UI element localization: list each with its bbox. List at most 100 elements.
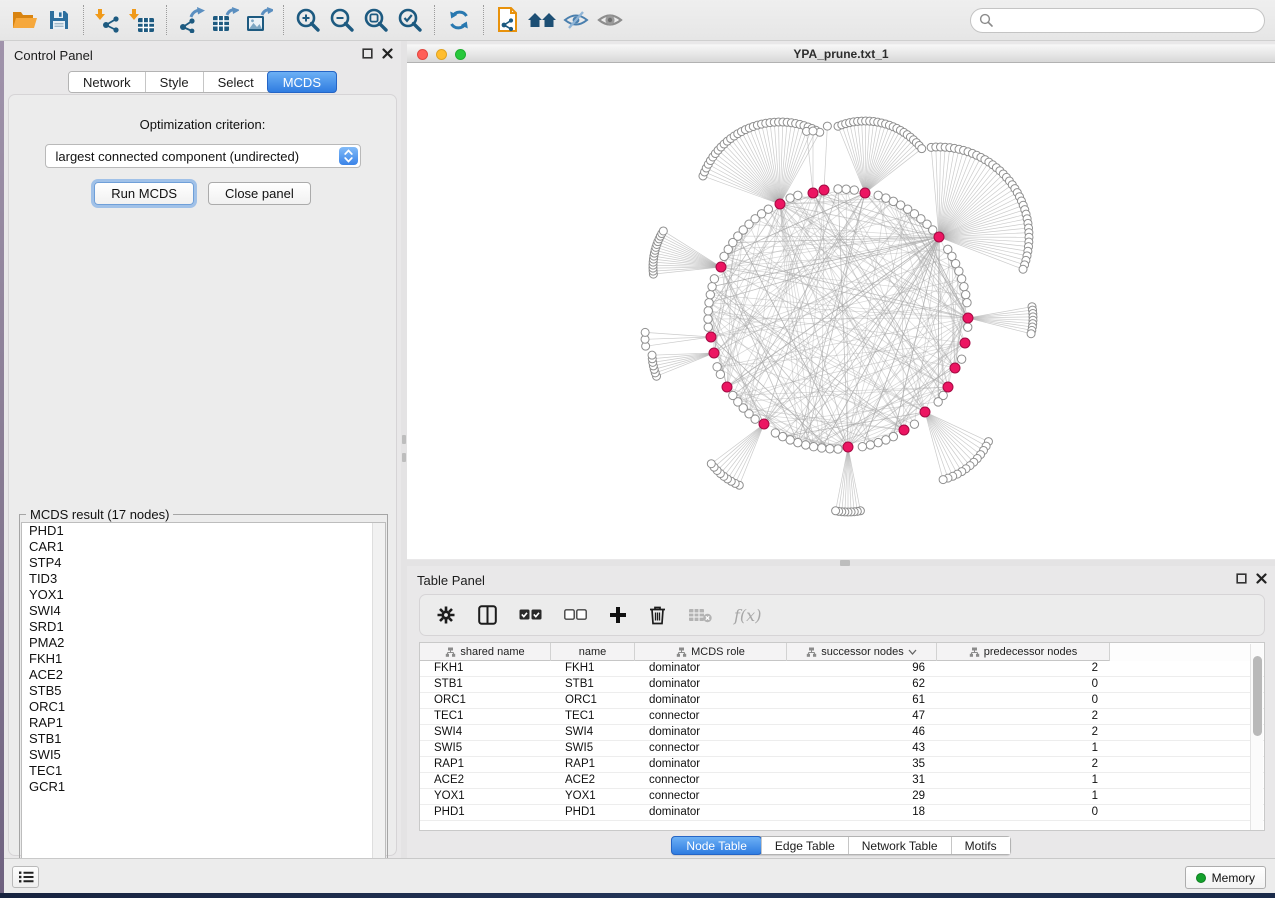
zoom-out-button[interactable] xyxy=(325,3,359,37)
window-maximize-button[interactable] xyxy=(455,49,466,60)
graph-node[interactable] xyxy=(910,420,918,428)
graph-hub-node[interactable] xyxy=(759,419,769,429)
graph-node[interactable] xyxy=(794,438,802,446)
mcds-node-item[interactable]: SWI5 xyxy=(22,747,385,763)
zoom-fit-button[interactable] xyxy=(359,3,393,37)
tab-select[interactable]: Select xyxy=(203,72,268,92)
cell-name[interactable]: ACE2 xyxy=(551,773,635,788)
graph-hub-node[interactable] xyxy=(808,188,818,198)
graph-node[interactable] xyxy=(801,441,809,449)
cell-shared-name[interactable]: YOX1 xyxy=(420,789,551,804)
cell-successor-nodes[interactable]: 18 xyxy=(787,805,937,820)
cell-predecessor-nodes[interactable]: 0 xyxy=(937,805,1110,820)
cell-name[interactable]: PHD1 xyxy=(551,805,635,820)
mcds-node-item[interactable]: RAP1 xyxy=(22,715,385,731)
graph-hub-node[interactable] xyxy=(943,382,953,392)
cell-MCDS-role[interactable]: connector xyxy=(635,709,787,724)
mcds-node-item[interactable]: CAR1 xyxy=(22,539,385,555)
cell-predecessor-nodes[interactable]: 1 xyxy=(937,789,1110,804)
cell-predecessor-nodes[interactable]: 2 xyxy=(937,757,1110,772)
column-header-successor-nodes[interactable]: successor nodes xyxy=(787,643,937,661)
graph-node[interactable] xyxy=(771,429,779,437)
graph-node[interactable] xyxy=(704,307,712,315)
graph-hub-node[interactable] xyxy=(934,232,944,242)
column-settings-button[interactable] xyxy=(436,605,456,625)
network-window-titlebar[interactable]: YPA_prune.txt_1 xyxy=(407,44,1275,63)
mcds-node-item[interactable]: PHD1 xyxy=(22,523,385,539)
graph-hub-node[interactable] xyxy=(709,348,719,358)
cell-name[interactable]: RAP1 xyxy=(551,757,635,772)
graph-leaf-node[interactable] xyxy=(809,127,817,135)
graph-leaf-node[interactable] xyxy=(707,460,715,468)
graph-leaf-node[interactable] xyxy=(1027,330,1035,338)
graph-node[interactable] xyxy=(809,442,817,450)
search-input[interactable] xyxy=(970,8,1265,33)
unselect-all-button[interactable] xyxy=(564,609,587,621)
cell-successor-nodes[interactable]: 96 xyxy=(787,661,937,676)
graph-node[interactable] xyxy=(704,315,712,323)
mcds-node-item[interactable]: SWI4 xyxy=(22,603,385,619)
graph-hub-node[interactable] xyxy=(950,363,960,373)
tab-mcds[interactable]: MCDS xyxy=(267,71,337,93)
run-mcds-button[interactable]: Run MCDS xyxy=(94,182,194,205)
criterion-dropdown[interactable]: largest connected component (undirected) xyxy=(45,144,361,168)
show-graphics-details-button[interactable] xyxy=(593,3,627,37)
close-panel-icon[interactable] xyxy=(1256,573,1267,584)
memory-button[interactable]: Memory xyxy=(1185,866,1266,889)
graph-node[interactable] xyxy=(961,290,969,298)
import-network-button[interactable] xyxy=(91,3,125,37)
graph-hub-node[interactable] xyxy=(722,382,732,392)
mcds-node-item[interactable]: FKH1 xyxy=(22,651,385,667)
window-close-button[interactable] xyxy=(417,49,428,60)
cell-predecessor-nodes[interactable]: 1 xyxy=(937,741,1110,756)
show-column-button[interactable] xyxy=(478,605,497,625)
cell-name[interactable]: STB1 xyxy=(551,677,635,692)
tab-motifs[interactable]: Motifs xyxy=(951,837,1010,854)
export-image-button[interactable] xyxy=(242,3,276,37)
cell-MCDS-role[interactable]: connector xyxy=(635,789,787,804)
column-header-predecessor-nodes[interactable]: predecessor nodes xyxy=(937,643,1110,661)
tab-network-table[interactable]: Network Table xyxy=(848,837,951,854)
graph-node[interactable] xyxy=(850,186,858,194)
graph-node[interactable] xyxy=(842,185,850,193)
mcds-node-item[interactable]: STB5 xyxy=(22,683,385,699)
mcds-node-item[interactable]: TID3 xyxy=(22,571,385,587)
cell-predecessor-nodes[interactable]: 2 xyxy=(937,725,1110,740)
graph-hub-node[interactable] xyxy=(899,425,909,435)
cell-shared-name[interactable]: RAP1 xyxy=(420,757,551,772)
graph-node[interactable] xyxy=(713,363,721,371)
cell-successor-nodes[interactable]: 35 xyxy=(787,757,937,772)
split-handle[interactable] xyxy=(402,453,406,462)
cell-successor-nodes[interactable]: 61 xyxy=(787,693,937,708)
import-table-button[interactable] xyxy=(125,3,159,37)
graph-hub-node[interactable] xyxy=(775,199,785,209)
graph-node[interactable] xyxy=(874,438,882,446)
tab-style[interactable]: Style xyxy=(145,72,203,92)
graph-node[interactable] xyxy=(963,299,971,307)
column-header-name[interactable]: name xyxy=(551,643,635,661)
graph-node[interactable] xyxy=(957,275,965,283)
mcds-node-item[interactable]: ACE2 xyxy=(22,667,385,683)
cell-MCDS-role[interactable]: dominator xyxy=(635,757,787,772)
graph-node[interactable] xyxy=(960,282,968,290)
graph-leaf-node[interactable] xyxy=(823,122,831,130)
cell-successor-nodes[interactable]: 43 xyxy=(787,741,937,756)
graph-node[interactable] xyxy=(834,445,842,453)
tab-network[interactable]: Network xyxy=(69,72,145,92)
graph-node[interactable] xyxy=(705,299,713,307)
graph-hub-node[interactable] xyxy=(819,185,829,195)
cell-name[interactable]: YOX1 xyxy=(551,789,635,804)
cell-shared-name[interactable]: SWI4 xyxy=(420,725,551,740)
graph-node[interactable] xyxy=(708,282,716,290)
graph-node[interactable] xyxy=(934,398,942,406)
graph-leaf-node[interactable] xyxy=(832,507,840,515)
cell-shared-name[interactable]: STB1 xyxy=(420,677,551,692)
select-all-button[interactable] xyxy=(519,609,542,621)
cell-successor-nodes[interactable]: 46 xyxy=(787,725,937,740)
mcds-node-item[interactable]: ORC1 xyxy=(22,699,385,715)
graph-node[interactable] xyxy=(955,267,963,275)
graph-node[interactable] xyxy=(786,194,794,202)
close-panel-button[interactable]: Close panel xyxy=(208,182,311,205)
graph-node[interactable] xyxy=(818,444,826,452)
cell-predecessor-nodes[interactable]: 0 xyxy=(937,693,1110,708)
